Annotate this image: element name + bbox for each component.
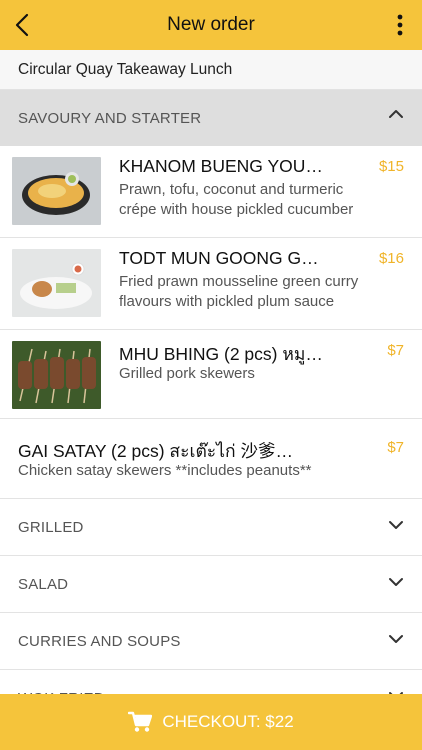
- app-header: New order: [0, 0, 422, 50]
- section-label: SAVOURY AND STARTER: [18, 109, 202, 127]
- cart-icon: [128, 711, 153, 732]
- dish-photo: [12, 341, 101, 409]
- section-grilled[interactable]: GRILLED: [0, 499, 422, 556]
- item-name: TODT MUN GOONG G…: [119, 248, 319, 268]
- menu-name: Circular Quay Takeaway Lunch: [18, 60, 233, 78]
- item-price: $7: [387, 342, 404, 359]
- section-label: GRILLED: [18, 518, 84, 536]
- more-vertical-icon: [397, 14, 403, 36]
- section-salad[interactable]: SALAD: [0, 556, 422, 613]
- page-title: New order: [167, 14, 255, 35]
- item-description: Fried prawn mousseline green curry flavo…: [119, 273, 359, 310]
- section-curries-soups[interactable]: CURRIES AND SOUPS: [0, 613, 422, 670]
- menu-item[interactable]: TODT MUN GOONG G… Fried prawn mousseline…: [0, 238, 422, 330]
- chevron-down-icon: [389, 521, 403, 529]
- chevron-down-icon: [389, 578, 403, 586]
- section-label: CURRIES AND SOUPS: [18, 632, 181, 650]
- dish-photo: [12, 249, 101, 317]
- item-price: $15: [378, 158, 404, 175]
- more-options-button[interactable]: [386, 8, 414, 42]
- menu-name-bar: Circular Quay Takeaway Lunch: [0, 50, 422, 90]
- chevron-left-icon: [15, 13, 29, 37]
- item-description: Chicken satay skewers **includes peanuts…: [18, 462, 312, 479]
- menu-item[interactable]: MHU BHING (2 pcs) หมู… Grilled pork skew…: [0, 330, 422, 419]
- section-label: SALAD: [18, 575, 69, 593]
- dish-photo: [12, 157, 101, 225]
- menu-item[interactable]: KHANOM BUENG YOU… Prawn, tofu, coconut a…: [0, 146, 422, 238]
- chevron-down-icon: [389, 635, 403, 643]
- item-description: Prawn, tofu, coconut and turmeric crépe …: [119, 181, 354, 218]
- item-price: $16: [378, 250, 404, 267]
- item-description: Grilled pork skewers: [119, 365, 255, 382]
- checkout-label: CHECKOUT: $22: [162, 712, 294, 731]
- section-savoury-starter[interactable]: SAVOURY AND STARTER: [0, 90, 422, 146]
- chevron-up-icon: [389, 110, 403, 118]
- back-button[interactable]: [6, 8, 38, 42]
- item-name: KHANOM BUENG YOU…: [119, 156, 323, 176]
- checkout-button[interactable]: CHECKOUT: $22: [0, 694, 422, 750]
- menu-item[interactable]: GAI SATAY (2 pcs) สะเต๊ะไก่ 沙爹… Chicken …: [0, 419, 422, 499]
- item-price: $7: [387, 439, 404, 456]
